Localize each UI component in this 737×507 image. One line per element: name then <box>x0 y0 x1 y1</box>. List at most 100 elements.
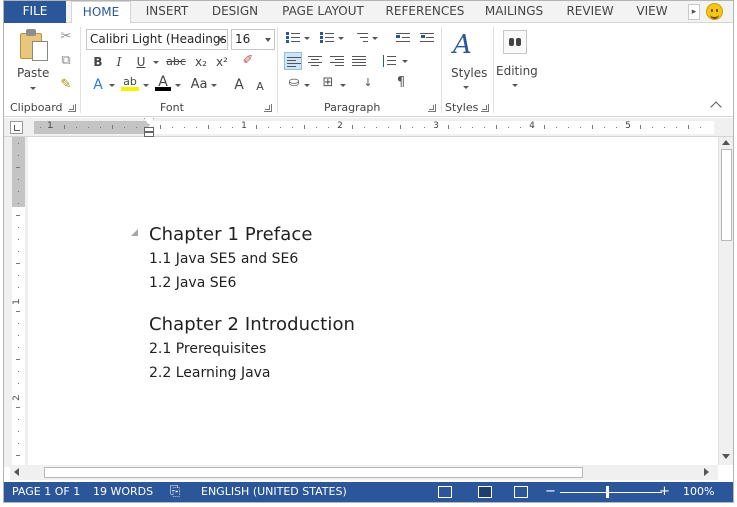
clipboard-launcher-icon[interactable] <box>68 104 76 112</box>
zoom-slider-track[interactable] <box>560 492 662 493</box>
zoom-in-button[interactable]: + <box>659 482 670 502</box>
paste-icon[interactable] <box>16 29 50 61</box>
superscript-button[interactable]: x² <box>213 53 231 71</box>
tab-scroll-right-button[interactable]: ▸ <box>688 4 700 20</box>
sort-icon[interactable]: ↓ <box>360 75 376 91</box>
heading-line[interactable]: Chapter 2 Introduction <box>149 314 355 335</box>
font-size-combo[interactable]: 16 <box>231 29 275 50</box>
italic-button[interactable]: I <box>111 53 127 71</box>
format-painter-icon[interactable]: ✎ <box>58 77 74 93</box>
text-effects-dropdown-arrow[interactable] <box>109 84 115 87</box>
bullets-button[interactable] <box>284 29 302 47</box>
styles-icon[interactable]: A <box>453 29 483 61</box>
change-case-button[interactable]: Aa <box>188 76 210 94</box>
print-layout-icon[interactable] <box>478 486 492 498</box>
document-page[interactable] <box>28 138 718 465</box>
zoom-slider-thumb[interactable] <box>606 486 609 498</box>
web-layout-icon[interactable] <box>514 486 528 498</box>
heading-line[interactable]: Chapter 1 Preface <box>149 224 313 245</box>
numbering-dropdown-arrow[interactable] <box>338 37 344 40</box>
read-mode-icon[interactable] <box>438 486 452 498</box>
page-count[interactable]: PAGE 1 OF 1 <box>12 482 80 502</box>
align-center-button[interactable] <box>306 52 324 70</box>
grow-font-button[interactable]: A <box>232 76 246 94</box>
scroll-right-arrow[interactable] <box>704 468 709 476</box>
tab-design[interactable]: DESIGN <box>204 1 266 23</box>
body-line[interactable]: 1.1 Java SE5 and SE6 <box>149 251 298 267</box>
styles-dropdown-arrow[interactable] <box>463 86 469 89</box>
paragraph-launcher-icon[interactable] <box>428 104 436 112</box>
paste-button-label[interactable]: Paste <box>17 66 49 80</box>
vertical-ruler[interactable]: 1 2 <box>4 137 28 467</box>
font-color-button[interactable]: A <box>155 73 171 91</box>
line-spacing-button[interactable] <box>380 52 398 70</box>
shading-dropdown-arrow[interactable] <box>304 84 310 87</box>
scroll-up-arrow[interactable] <box>722 140 730 145</box>
tab-review[interactable]: REVIEW <box>559 1 621 23</box>
zoom-level[interactable]: 100% <box>683 482 714 502</box>
tab-view[interactable]: VIEW <box>630 1 674 23</box>
line-spacing-dropdown-arrow[interactable] <box>402 60 408 63</box>
show-marks-button[interactable]: ¶ <box>393 75 409 91</box>
tab-home[interactable]: HOME <box>71 1 131 24</box>
multilevel-dropdown-arrow[interactable] <box>372 37 378 40</box>
feedback-smiley-icon[interactable] <box>706 3 723 20</box>
borders-icon[interactable]: ⊞ <box>320 75 336 91</box>
change-case-dropdown-arrow[interactable] <box>211 84 217 87</box>
bullets-dropdown-arrow[interactable] <box>304 37 310 40</box>
tab-page-layout[interactable]: PAGE LAYOUT <box>274 1 372 23</box>
highlight-dropdown-arrow[interactable] <box>143 84 149 87</box>
editing-button-label[interactable]: Editing <box>496 64 538 78</box>
zoom-out-button[interactable]: − <box>545 482 556 502</box>
word-count[interactable]: 19 WORDS <box>93 482 153 502</box>
justify-button[interactable] <box>350 52 368 70</box>
underline-dropdown-arrow[interactable] <box>153 61 159 64</box>
multilevel-list-button[interactable] <box>352 29 370 47</box>
subscript-button[interactable]: x₂ <box>192 53 210 71</box>
collapse-ribbon-icon[interactable] <box>710 101 722 113</box>
clear-formatting-icon[interactable]: ✐ <box>240 53 256 69</box>
indent-marker[interactable] <box>144 118 154 137</box>
tab-references[interactable]: REFERENCES <box>381 1 469 23</box>
borders-dropdown-arrow[interactable] <box>340 84 346 87</box>
binoculars-icon[interactable] <box>503 30 527 54</box>
align-right-button[interactable] <box>328 52 346 70</box>
vertical-scroll-thumb[interactable] <box>721 149 732 241</box>
editing-dropdown-arrow[interactable] <box>512 84 518 87</box>
underline-button[interactable]: U <box>133 53 149 71</box>
styles-launcher-icon[interactable] <box>481 104 489 112</box>
language-indicator[interactable]: ENGLISH (UNITED STATES) <box>201 482 347 502</box>
vertical-scrollbar[interactable] <box>718 137 733 465</box>
horizontal-ruler[interactable]: 1 1 2 3 4 5 <box>4 118 733 137</box>
horizontal-scroll-thumb[interactable] <box>44 467 583 478</box>
font-name-combo[interactable]: Calibri Light (Headings) <box>86 29 228 50</box>
increase-indent-button[interactable] <box>418 29 436 47</box>
bold-button[interactable]: B <box>90 53 106 71</box>
align-left-button[interactable] <box>284 52 302 70</box>
highlight-button[interactable]: ab <box>121 73 139 91</box>
body-line[interactable]: 1.2 Java SE6 <box>149 275 236 291</box>
scroll-down-arrow[interactable] <box>722 454 730 459</box>
collapse-heading-icon[interactable] <box>131 229 138 236</box>
font-color-dropdown-arrow[interactable] <box>175 84 181 87</box>
font-launcher-icon[interactable] <box>264 104 272 112</box>
text-effects-button[interactable]: A <box>90 76 106 94</box>
numbering-button[interactable] <box>318 29 336 47</box>
shrink-font-button[interactable]: A <box>254 78 266 96</box>
body-line[interactable]: 2.2 Learning Java <box>149 365 271 381</box>
cut-icon[interactable]: ✂ <box>58 29 74 45</box>
decrease-indent-button[interactable] <box>394 29 412 47</box>
strikethrough-button[interactable]: abc <box>164 53 188 71</box>
tab-selector-icon[interactable] <box>10 121 23 134</box>
scroll-left-arrow[interactable] <box>14 468 19 476</box>
styles-button-label[interactable]: Styles <box>451 66 487 80</box>
copy-icon[interactable]: ⧉ <box>58 53 74 69</box>
shading-icon[interactable]: ⛀ <box>286 75 302 91</box>
horizontal-scrollbar[interactable] <box>10 465 718 480</box>
tab-insert[interactable]: INSERT <box>138 1 196 23</box>
tab-file[interactable]: FILE <box>4 1 66 23</box>
tab-mailings[interactable]: MAILINGS <box>478 1 550 23</box>
proofing-icon[interactable]: ⎘ <box>170 482 180 502</box>
body-line[interactable]: 2.1 Prerequisites <box>149 341 266 357</box>
paste-dropdown-arrow[interactable] <box>30 87 36 90</box>
